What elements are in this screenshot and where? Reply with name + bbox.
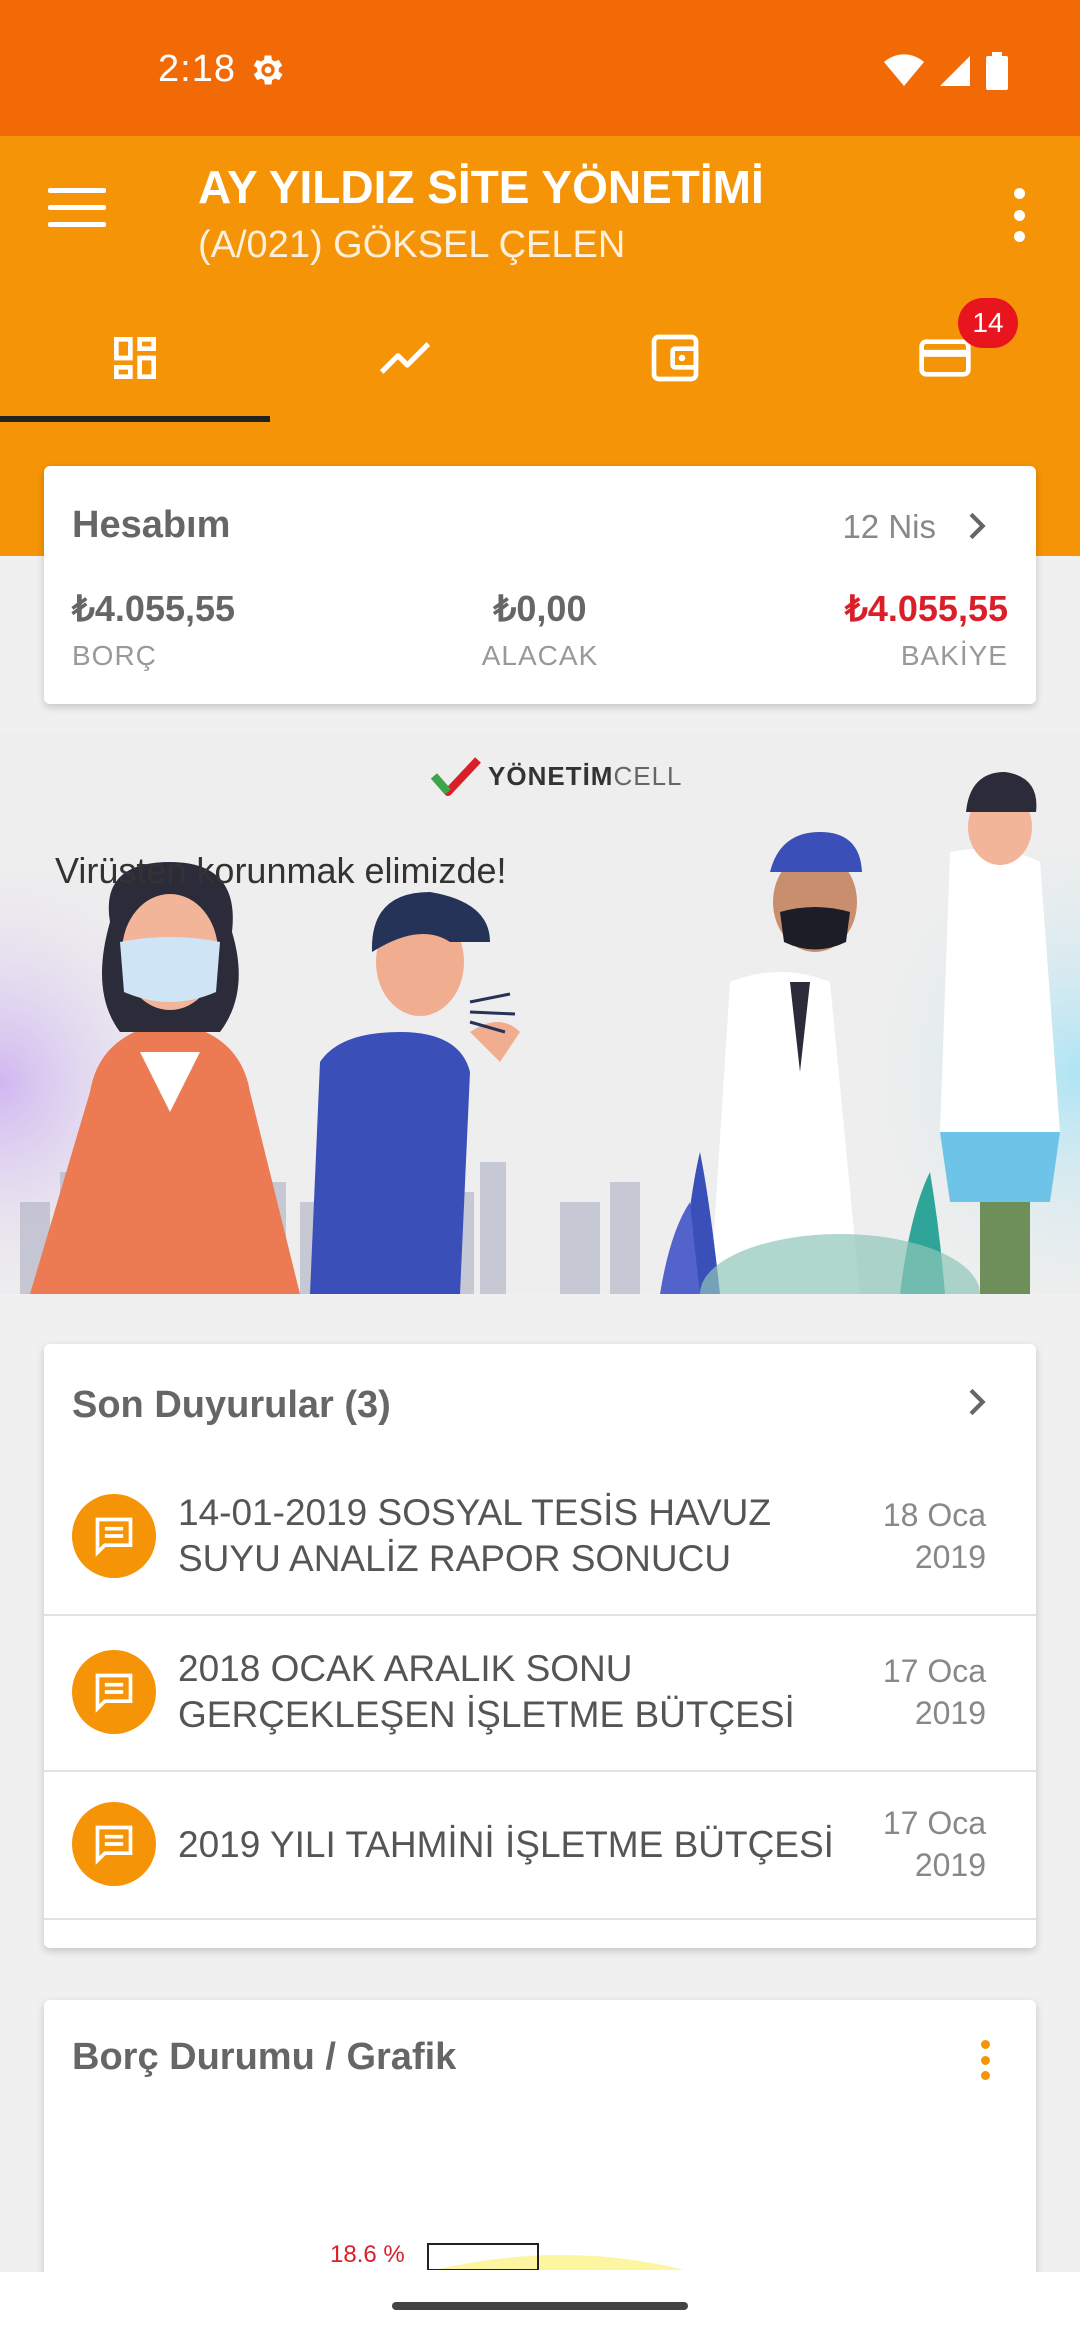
announcement-date-year: 2019 [914,1847,986,1883]
chart-preview: 18.6 % [330,2241,684,2270]
tab-payments[interactable] [810,300,1080,422]
tab-statistics[interactable] [270,300,540,422]
announcement-text: 2019 YILI TAHMİNİ İŞLETME BÜTÇESİ [178,1824,834,1865]
announcement-text: 14-01-2019 SOSYAL TESİS HAVUZ SUYU ANALİ… [178,1492,771,1579]
chevron-right-icon[interactable] [956,506,996,546]
tab-wallet[interactable] [540,300,810,422]
brand-check-icon [430,757,481,796]
message-icon [72,1494,156,1578]
settings-gear-icon [253,55,283,85]
announcement-date: 17 Oca 2019 [883,1650,986,1734]
status-time: 2:18 [158,48,236,90]
home-gesture-handle[interactable] [392,2302,688,2310]
hamburger-menu-icon[interactable] [48,188,106,236]
chart-more-options-icon[interactable] [978,2040,992,2080]
account-card[interactable]: Hesabım 12 Nis ₺4.055,55 BORÇ ₺0,00 ALAC… [44,466,1036,704]
announcements-card: Son Duyurular (3) 14-01-2019 SOSYAL TESİ… [44,1344,1036,1948]
more-options-icon[interactable] [1006,188,1032,242]
announcement-date-year: 2019 [914,1539,986,1575]
wifi-icon [884,54,924,86]
brand-name: YÖNETİMCELL [488,761,683,792]
brand-name-main: YÖNETİM [488,760,614,791]
account-date: 12 Nis [842,508,936,545]
wallet-icon [651,334,699,382]
tab-dashboard[interactable] [0,300,270,422]
dashboard-icon [114,337,156,379]
announcement-date: 18 Oca 2019 [883,1494,986,1578]
announcement-date-day: 17 Oca [882,1805,986,1841]
banner-illustration [0,772,1080,1294]
page-subtitle: (A/021) GÖKSEL ÇELEN [198,224,626,266]
message-icon [72,1650,156,1734]
announcement-item[interactable]: 2019 YILI TAHMİNİ İŞLETME BÜTÇESİ 17 Oca… [44,1772,1036,1920]
system-nav-bar [0,2272,1080,2340]
promo-banner[interactable]: YÖNETİMCELL Virüsten korunmak elimizde! [0,732,1080,1294]
tab-bar [0,300,1080,422]
announcement-item[interactable]: 14-01-2019 SOSYAL TESİS HAVUZ SUYU ANALİ… [44,1460,1036,1616]
banner-headline: Virüsten korunmak elimizde! [55,850,507,891]
chart-title: Borç Durumu / Grafik [72,2036,457,2078]
balance-label: BAKİYE [900,640,1008,671]
signal-icon [940,56,970,86]
status-bar: 2:18 [0,0,1080,136]
announcements-title: Son Duyurular (3) [72,1384,391,1426]
brand-name-sub: CELL [613,760,683,791]
announcement-item[interactable]: 2018 OCAK ARALIK SONU GERÇEKLEŞEN İŞLETM… [44,1616,1036,1772]
notification-badge: 14 [958,298,1018,348]
announcement-date-day: 17 Oca [882,1653,986,1689]
pie-slice-label: 18.6 % [330,2241,405,2268]
announcement-date-year: 2019 [914,1695,986,1731]
announcement-date: 17 Oca 2019 [883,1802,986,1886]
message-icon [72,1802,156,1886]
trending-icon [379,342,431,374]
status-icons [884,52,1008,90]
account-title: Hesabım [72,504,231,546]
battery-icon [986,52,1008,90]
balance-value: ₺4.055,55 [844,588,1008,629]
announcement-date-day: 18 Oca [882,1497,986,1533]
chevron-right-icon[interactable] [956,1382,996,1422]
page-title: AY YILDIZ SİTE YÖNETİMİ [198,161,764,213]
brand-logo: YÖNETİMCELL [430,754,683,798]
balance-column: ₺4.055,55 BAKİYE [845,588,1008,672]
pie-slice [434,2255,684,2270]
announcement-text: 2018 OCAK ARALIK SONU GERÇEKLEŞEN İŞLETM… [178,1648,795,1735]
